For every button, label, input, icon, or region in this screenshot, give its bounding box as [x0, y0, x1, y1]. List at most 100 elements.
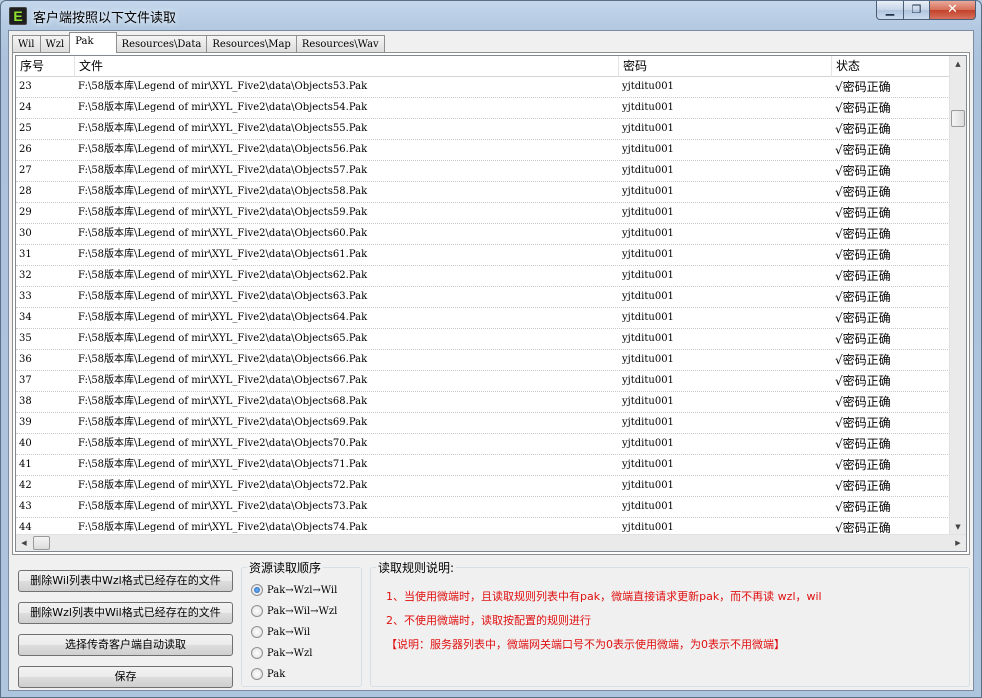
table-row[interactable]: 25 F:\58版本库\Legend of mir\XYL_Five2\data\…: [16, 119, 954, 140]
table-row[interactable]: 33 F:\58版本库\Legend of mir\XYL_Five2\data\…: [16, 287, 954, 308]
tab-pak[interactable]: Pak: [69, 32, 117, 53]
maximize-button[interactable]: ❐: [904, 1, 930, 20]
cell-index: 26: [19, 144, 32, 155]
cell-file: F:\58版本库\Legend of mir\XYL_Five2\data\Ob…: [78, 459, 368, 470]
cell-file: F:\58版本库\Legend of mir\XYL_Five2\data\Ob…: [78, 165, 368, 176]
cell-index: 29: [19, 207, 32, 218]
radio-button[interactable]: [251, 647, 263, 659]
table-row[interactable]: 41 F:\58版本库\Legend of mir\XYL_Five2\data\…: [16, 455, 954, 476]
radio-label: Pak→Wzl→Wil: [267, 584, 338, 596]
cell-index: 38: [19, 396, 32, 407]
cell-status: √密码正确: [835, 185, 891, 199]
table-row[interactable]: 35 F:\58版本库\Legend of mir\XYL_Five2\data\…: [16, 329, 954, 350]
tab-resources-wav[interactable]: Resources\Wav: [295, 35, 385, 53]
horizontal-scroll-thumb[interactable]: [33, 536, 50, 550]
table-row[interactable]: 30 F:\58版本库\Legend of mir\XYL_Five2\data\…: [16, 224, 954, 245]
table-row[interactable]: 32 F:\58版本库\Legend of mir\XYL_Five2\data\…: [16, 266, 954, 287]
read-order-option[interactable]: Pak: [251, 666, 285, 682]
file-list[interactable]: 序号 文件 密码 状态 23 F:\58版本库\Legend of mir\XYL…: [15, 55, 967, 552]
cell-password: yjtditu001: [622, 186, 674, 197]
cell-status: √密码正确: [835, 437, 891, 451]
cell-status: √密码正确: [835, 80, 891, 94]
radio-button[interactable]: [251, 668, 263, 680]
column-header-status[interactable]: 状态: [832, 56, 954, 77]
tab-resources-data[interactable]: Resources\Data: [115, 35, 208, 53]
delete-wzl-duplicates-button[interactable]: 删除Wzl列表中Wil格式已经存在的文件: [18, 602, 233, 624]
cell-file: F:\58版本库\Legend of mir\XYL_Five2\data\Ob…: [78, 81, 368, 92]
cell-index: 37: [19, 375, 32, 386]
table-row[interactable]: 26 F:\58版本库\Legend of mir\XYL_Five2\data\…: [16, 140, 954, 161]
choose-client-button[interactable]: 选择传奇客户端自动读取: [18, 634, 233, 656]
save-button[interactable]: 保存: [18, 666, 233, 688]
title-bar[interactable]: E 客户端按照以下文件读取 ▁ ❐ ✕: [1, 1, 981, 29]
cell-password: yjtditu001: [622, 480, 674, 491]
cell-status: √密码正确: [835, 269, 891, 283]
cell-status: √密码正确: [835, 290, 891, 304]
table-row[interactable]: 31 F:\58版本库\Legend of mir\XYL_Five2\data\…: [16, 245, 954, 266]
cell-password: yjtditu001: [622, 459, 674, 470]
table-row[interactable]: 24 F:\58版本库\Legend of mir\XYL_Five2\data\…: [16, 98, 954, 119]
cell-status: √密码正确: [835, 479, 891, 493]
table-row[interactable]: 34 F:\58版本库\Legend of mir\XYL_Five2\data\…: [16, 308, 954, 329]
cell-file: F:\58版本库\Legend of mir\XYL_Five2\data\Ob…: [78, 291, 368, 302]
cell-status: √密码正确: [835, 332, 891, 346]
close-button[interactable]: ✕: [930, 1, 976, 20]
minimize-button[interactable]: ▁: [876, 1, 904, 20]
cell-index: 23: [19, 81, 32, 92]
read-order-title: 资源读取顺序: [247, 559, 324, 576]
table-row[interactable]: 27 F:\58版本库\Legend of mir\XYL_Five2\data\…: [16, 161, 954, 182]
cell-status: √密码正确: [835, 311, 891, 325]
column-header-password[interactable]: 密码: [619, 56, 832, 77]
vertical-scrollbar[interactable]: ▲ ▼: [949, 56, 966, 536]
horizontal-scrollbar[interactable]: ◀ ▶: [16, 534, 966, 551]
tab-resources-map[interactable]: Resources\Map: [206, 35, 297, 53]
cell-password: yjtditu001: [622, 207, 674, 218]
tab-wil[interactable]: Wil: [12, 35, 41, 53]
table-row[interactable]: 42 F:\58版本库\Legend of mir\XYL_Five2\data\…: [16, 476, 954, 497]
radio-button[interactable]: [251, 605, 263, 617]
read-order-option[interactable]: Pak→Wzl→Wil: [251, 582, 337, 598]
read-order-option[interactable]: Pak→Wil: [251, 624, 310, 640]
tab-strip: Wil Wzl Pak Resources\Data Resources\Map Reso…: [12, 32, 385, 53]
delete-wil-duplicates-button[interactable]: 删除Wil列表中Wzl格式已经存在的文件: [18, 570, 233, 592]
cell-index: 39: [19, 417, 32, 428]
column-header-file[interactable]: 文件: [75, 56, 619, 77]
bottom-controls: 删除Wil列表中Wzl格式已经存在的文件 删除Wzl列表中Wil格式已经存在的文…: [9, 558, 973, 690]
cell-password: yjtditu001: [622, 165, 674, 176]
cell-index: 34: [19, 312, 32, 323]
cell-file: F:\58版本库\Legend of mir\XYL_Five2\data\Ob…: [78, 144, 368, 155]
scroll-left-icon[interactable]: ◀: [16, 535, 32, 551]
radio-button[interactable]: [251, 584, 263, 596]
cell-password: yjtditu001: [622, 228, 674, 239]
radio-button[interactable]: [251, 626, 263, 638]
vertical-scroll-thumb[interactable]: [951, 110, 965, 127]
table-row[interactable]: 29 F:\58版本库\Legend of mir\XYL_Five2\data\…: [16, 203, 954, 224]
cell-file: F:\58版本库\Legend of mir\XYL_Five2\data\Ob…: [78, 333, 368, 344]
table-row[interactable]: 38 F:\58版本库\Legend of mir\XYL_Five2\data\…: [16, 392, 954, 413]
scroll-up-icon[interactable]: ▲: [950, 56, 966, 73]
table-row[interactable]: 40 F:\58版本库\Legend of mir\XYL_Five2\data\…: [16, 434, 954, 455]
table-row[interactable]: 39 F:\58版本库\Legend of mir\XYL_Five2\data\…: [16, 413, 954, 434]
cell-status: √密码正确: [835, 458, 891, 472]
scroll-right-icon[interactable]: ▶: [950, 535, 966, 551]
table-row[interactable]: 28 F:\58版本库\Legend of mir\XYL_Five2\data\…: [16, 182, 954, 203]
cell-index: 27: [19, 165, 32, 176]
table-row[interactable]: 43 F:\58版本库\Legend of mir\XYL_Five2\data\…: [16, 497, 954, 518]
tab-wzl[interactable]: Wzl: [39, 35, 71, 53]
rule-line-2: 2、不使用微端时，读取按配置的规则进行: [386, 614, 591, 627]
cell-file: F:\58版本库\Legend of mir\XYL_Five2\data\Ob…: [78, 123, 368, 134]
close-icon: ✕: [947, 2, 958, 17]
app-window: E 客户端按照以下文件读取 ▁ ❐ ✕ Wil Wzl Pak Resources\D…: [0, 0, 982, 698]
cell-status: √密码正确: [835, 206, 891, 220]
table-row[interactable]: 23 F:\58版本库\Legend of mir\XYL_Five2\data\…: [16, 77, 954, 98]
read-order-option[interactable]: Pak→Wil→Wzl: [251, 603, 337, 619]
cell-password: yjtditu001: [622, 249, 674, 260]
radio-label: Pak→Wil: [267, 626, 311, 638]
table-row[interactable]: 37 F:\58版本库\Legend of mir\XYL_Five2\data\…: [16, 371, 954, 392]
cell-status: √密码正确: [835, 101, 891, 115]
column-header-index[interactable]: 序号: [16, 56, 75, 77]
table-row[interactable]: 36 F:\58版本库\Legend of mir\XYL_Five2\data\…: [16, 350, 954, 371]
read-order-option[interactable]: Pak→Wzl: [251, 645, 312, 661]
table-row[interactable]: 44 F:\58版本库\Legend of mir\XYL_Five2\data\…: [16, 518, 954, 533]
cell-file: F:\58版本库\Legend of mir\XYL_Five2\data\Ob…: [78, 228, 368, 239]
